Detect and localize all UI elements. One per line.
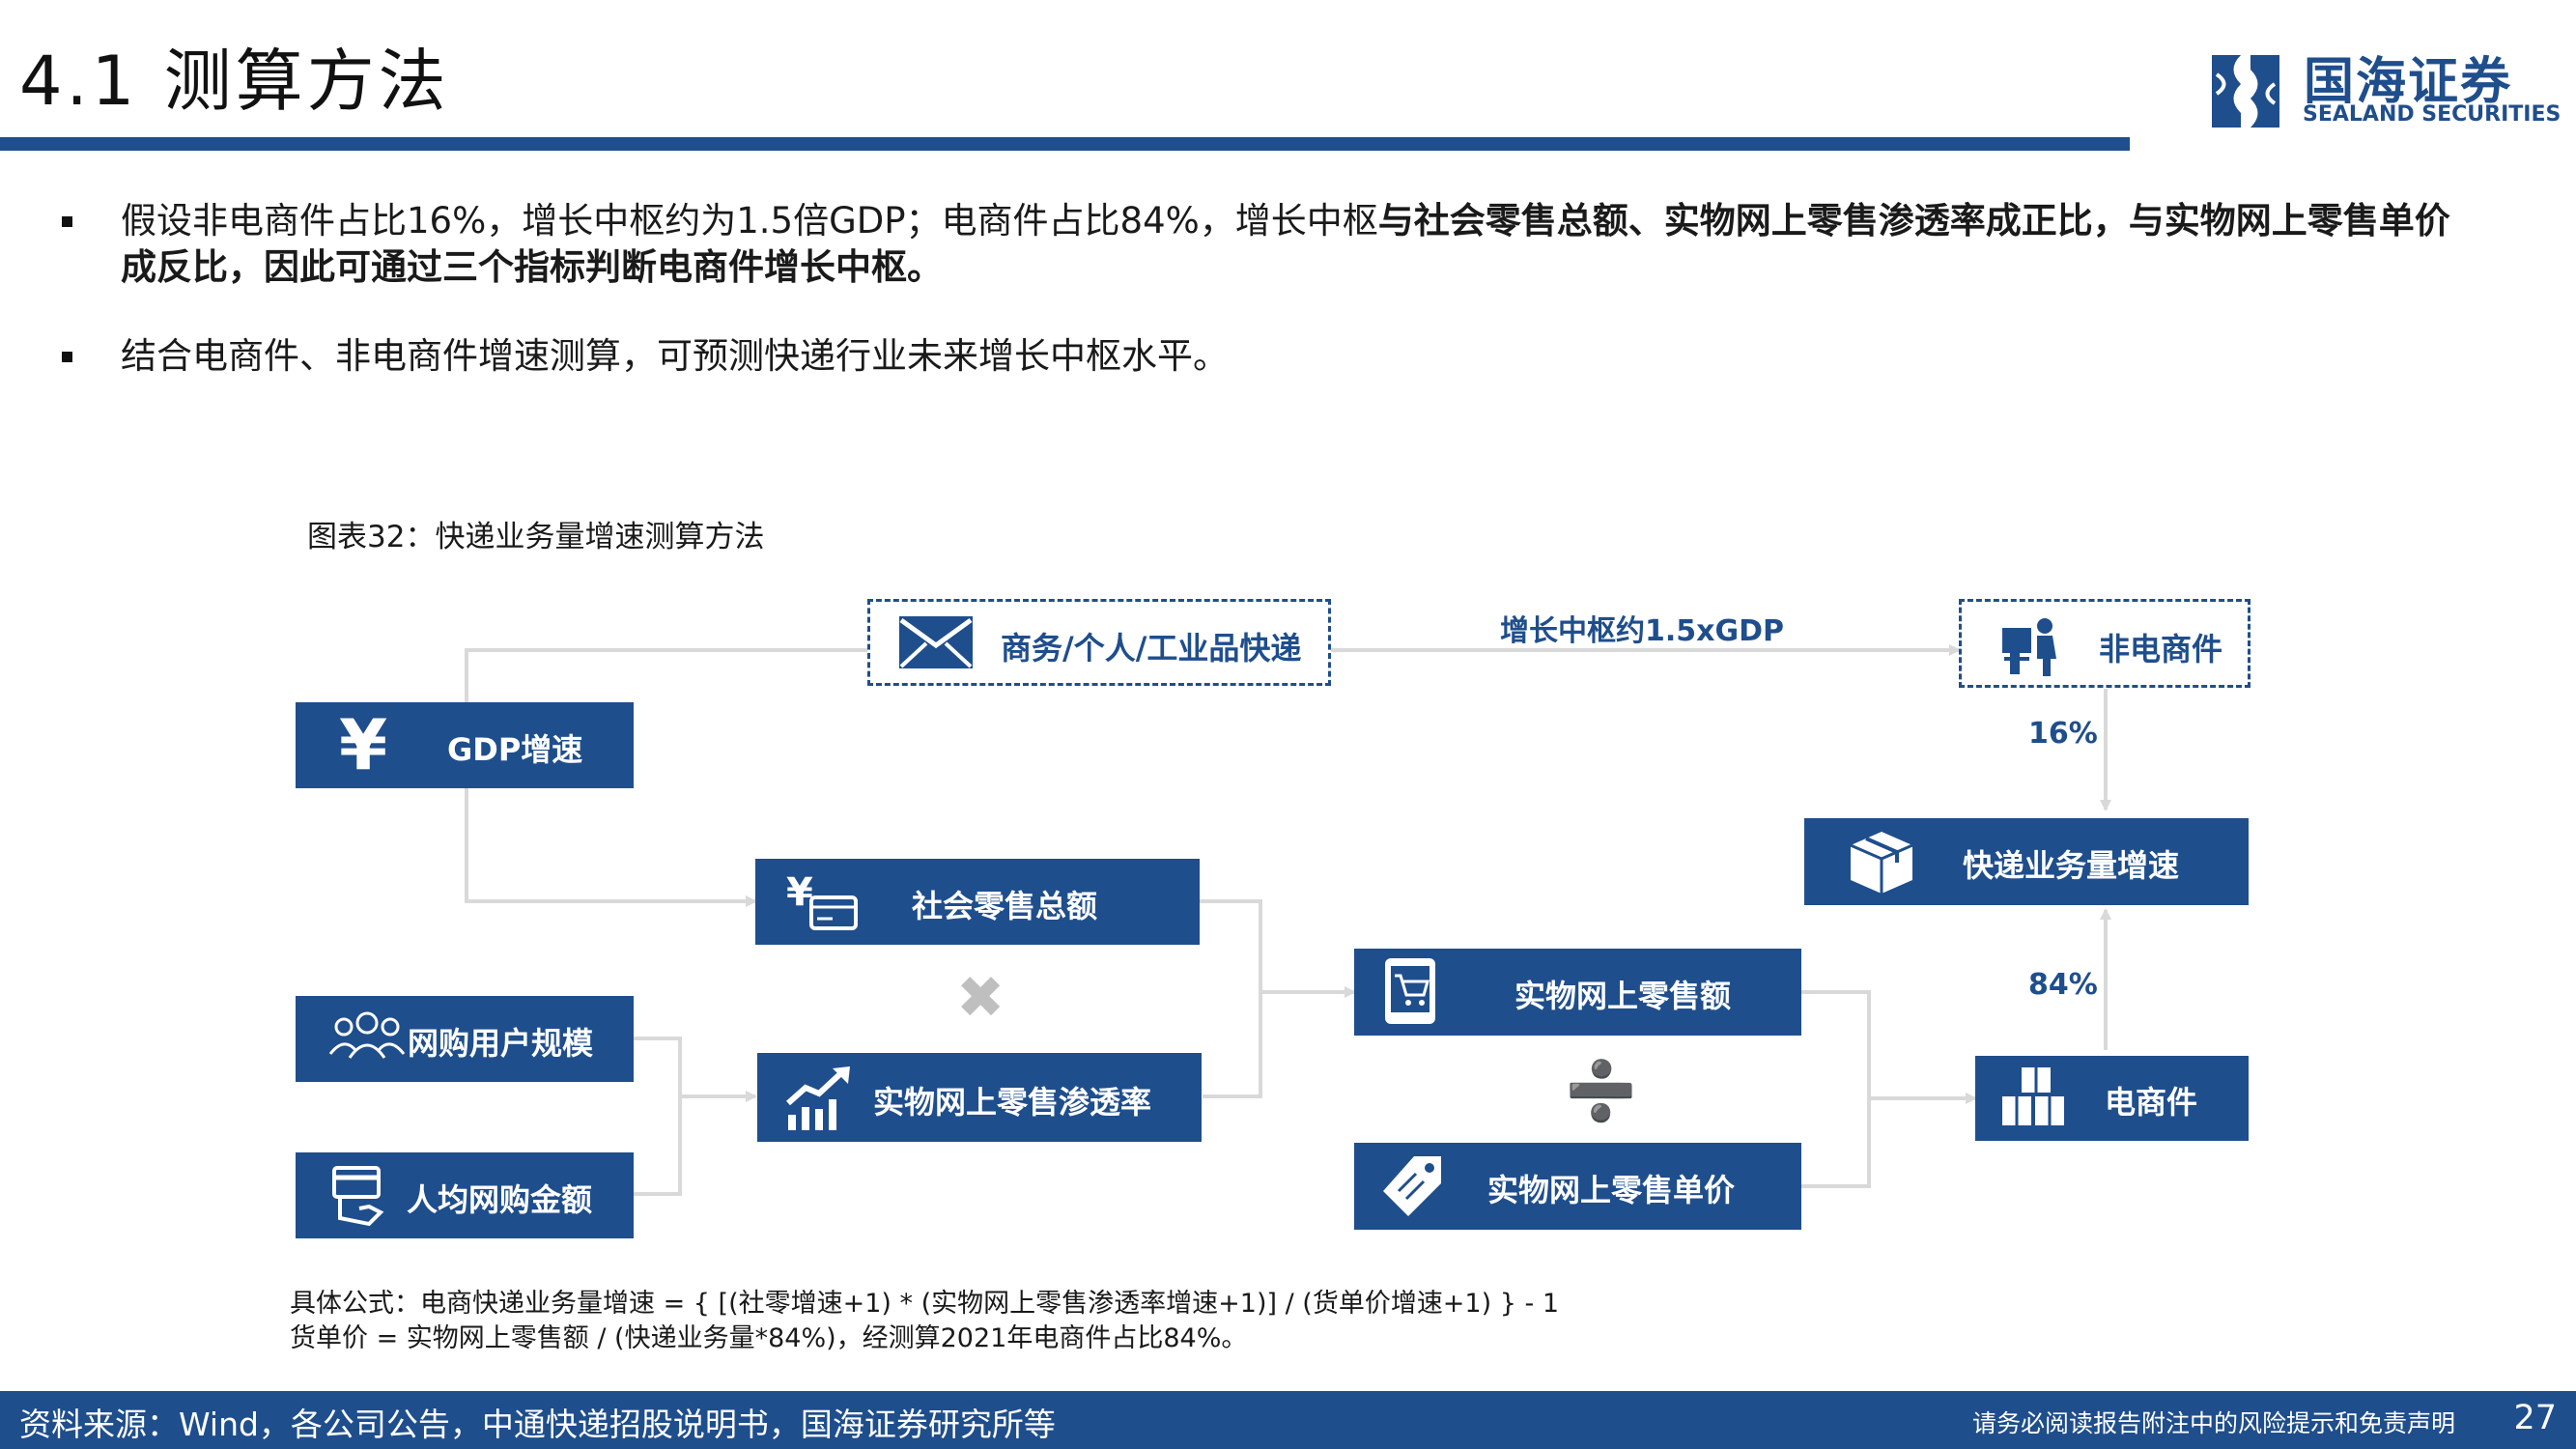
node-label: 实物网上零售渗透率 <box>873 1084 1152 1121</box>
node-unit-price: 实物网上零售单价 <box>1354 1143 1801 1230</box>
node-label: 网购用户规模 <box>408 1025 594 1062</box>
node-retail-total: ¥ 社会零售总额 <box>755 859 1200 945</box>
node-label: 快递业务量增速 <box>1963 847 2180 884</box>
connector-retail <box>1200 899 1262 1098</box>
delivery-person-icon <box>2000 614 2064 678</box>
node-per-capita: 人均网购金额 <box>296 1152 634 1238</box>
edge-label-non-ecom-pct: 16% <box>2028 717 2098 751</box>
divide-icon: ➗ <box>1565 1058 1637 1125</box>
users-icon <box>328 1011 406 1065</box>
node-label: 非电商件 <box>2099 631 2223 668</box>
edge-label-growth: 增长中枢约1.5xGDP <box>1500 614 1785 648</box>
formula-line: 货单价 = 实物网上零售额 / (快递业务量*84%)，经测算2021年电商件占… <box>290 1323 1248 1353</box>
card-hand-icon <box>330 1164 388 1228</box>
price-tag-icon <box>1381 1152 1445 1220</box>
yen-icon: ¥ <box>338 704 388 785</box>
boxes-icon <box>1998 1064 2070 1133</box>
connector-gdp-retail <box>465 788 757 907</box>
page-number: 27 <box>2513 1399 2557 1437</box>
node-label: 实物网上零售单价 <box>1487 1172 1736 1208</box>
footer-bar: 资料来源：Wind，各公司公告，中通快递招股说明书，国海证券研究所等 请务必阅读… <box>0 1391 2576 1449</box>
node-express-growth: 快递业务量增速 <box>1804 818 2249 905</box>
formula-line: 具体公式：电商快递业务量增速 = { [(社零增速+1) * (实物网上零售渗透… <box>290 1289 1559 1319</box>
node-label: 商务/个人/工业品快递 <box>1001 630 1302 667</box>
phone-cart-icon <box>1381 956 1439 1026</box>
node-non-ecommerce: 非电商件 <box>1959 599 2250 688</box>
connector-gdp-express <box>465 648 867 702</box>
multiply-icon: ✖ <box>956 964 1005 1032</box>
connector-users <box>634 1037 682 1196</box>
svg-text:¥: ¥ <box>786 870 813 915</box>
package-icon <box>1845 828 1918 895</box>
growth-chart-icon <box>784 1065 854 1132</box>
node-gdp: ¥ GDP增速 <box>296 702 634 788</box>
connector-online <box>1801 990 1871 1188</box>
node-ecommerce: 电商件 <box>1975 1056 2249 1141</box>
envelope-icon <box>897 613 975 671</box>
node-online-users: 网购用户规模 <box>296 996 634 1082</box>
node-label: 实物网上零售额 <box>1514 978 1732 1014</box>
yen-card-icon: ¥ <box>782 868 860 936</box>
node-label: 社会零售总额 <box>912 888 1098 924</box>
node-express-types: 商务/个人/工业品快递 <box>867 599 1331 686</box>
node-label: 电商件 <box>2105 1084 2198 1121</box>
node-online-retail: 实物网上零售额 <box>1354 949 1801 1036</box>
node-penetration: 实物网上零售渗透率 <box>757 1053 1202 1142</box>
footer-source: 资料来源：Wind，各公司公告，中通快递招股说明书，国海证券研究所等 <box>19 1406 1056 1443</box>
formula-note: 具体公式：电商快递业务量增速 = { [(社零增速+1) * (实物网上零售渗透… <box>290 1287 1559 1356</box>
edge-label-ecom-pct: 84% <box>2028 968 2098 1002</box>
node-label: GDP增速 <box>447 731 583 768</box>
node-label: 人均网购金额 <box>407 1181 593 1218</box>
footer-disclaimer: 请务必阅读报告附注中的风险提示和免责声明 <box>1971 1409 2455 1437</box>
